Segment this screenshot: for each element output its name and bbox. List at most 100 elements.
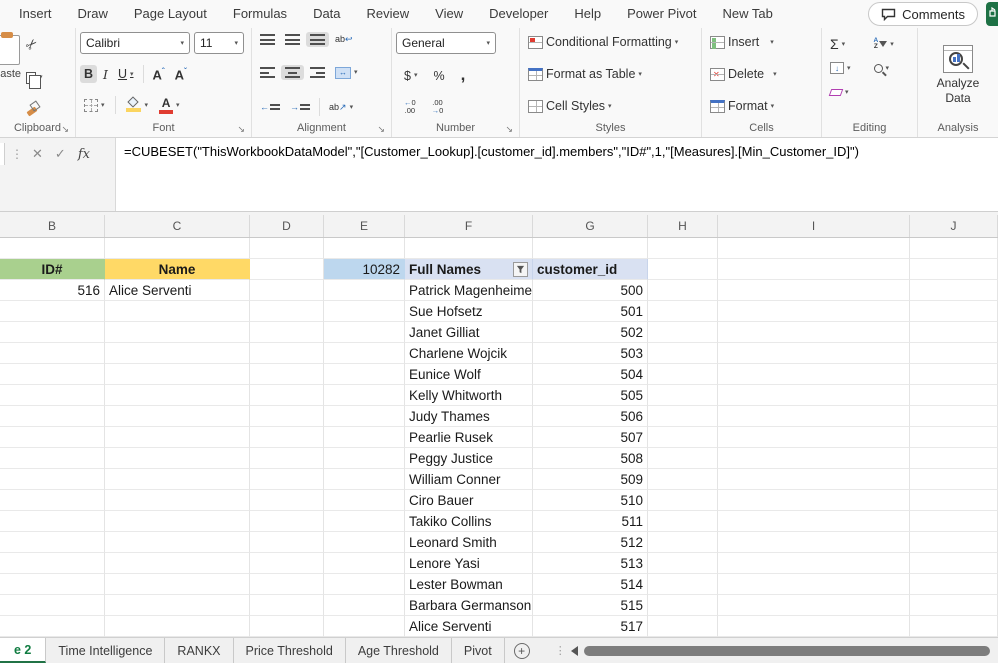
cell-empty[interactable] <box>910 343 998 364</box>
cell-empty[interactable] <box>718 238 910 259</box>
cell-empty[interactable] <box>0 427 105 448</box>
dialog-launcher-icon[interactable]: ↘ <box>61 125 69 134</box>
cell-empty[interactable] <box>250 406 324 427</box>
cell-empty[interactable] <box>910 511 998 532</box>
format-painter-button[interactable] <box>22 100 47 117</box>
cell-empty[interactable] <box>324 238 405 259</box>
drag-handle-icon[interactable]: ⋮ <box>11 143 23 165</box>
cell-empty[interactable] <box>718 406 910 427</box>
copy-button[interactable]: ▾ <box>22 70 47 89</box>
customer-id-cell[interactable]: 505 <box>533 385 648 406</box>
customer-id-cell[interactable]: 515 <box>533 595 648 616</box>
cell-empty[interactable] <box>0 490 105 511</box>
column-header-C[interactable]: C <box>105 215 250 237</box>
comments-button[interactable]: Comments <box>868 2 978 26</box>
cell-empty[interactable] <box>250 616 324 637</box>
cell-empty[interactable] <box>0 322 105 343</box>
ribbon-tab-formulas[interactable]: Formulas <box>220 0 300 28</box>
align-center-button[interactable] <box>281 65 304 80</box>
cell-empty[interactable] <box>718 553 910 574</box>
new-sheet-button[interactable]: + <box>505 638 539 663</box>
cell-empty[interactable] <box>105 385 250 406</box>
cell-empty[interactable] <box>648 448 718 469</box>
cell-empty[interactable] <box>718 574 910 595</box>
cell-empty[interactable] <box>533 238 648 259</box>
cell-empty[interactable] <box>718 427 910 448</box>
cell-empty[interactable] <box>250 301 324 322</box>
cell-empty[interactable] <box>324 448 405 469</box>
cell-empty[interactable] <box>250 343 324 364</box>
cell-empty[interactable] <box>0 532 105 553</box>
cell-empty[interactable] <box>910 406 998 427</box>
cell-empty[interactable] <box>718 301 910 322</box>
cell-empty[interactable] <box>910 574 998 595</box>
full-name-cell[interactable]: Takiko Collins <box>405 511 533 532</box>
cell-empty[interactable] <box>648 322 718 343</box>
customer-id-header-cell[interactable]: customer_id <box>533 259 648 280</box>
full-name-cell[interactable]: William Conner <box>405 469 533 490</box>
customer-id-cell[interactable]: 506 <box>533 406 648 427</box>
cell-empty[interactable] <box>648 343 718 364</box>
ribbon-tab-draw[interactable]: Draw <box>65 0 121 28</box>
full-name-cell[interactable]: Eunice Wolf <box>405 364 533 385</box>
dialog-launcher-icon[interactable]: ↘ <box>237 125 245 134</box>
full-name-cell[interactable]: Peggy Justice <box>405 448 533 469</box>
cut-button[interactable]: ✂ <box>22 34 47 55</box>
scroll-left-icon[interactable] <box>570 645 578 656</box>
currency-button[interactable]: $ ▾ <box>400 67 421 85</box>
cell-empty[interactable] <box>0 406 105 427</box>
cell-empty[interactable] <box>648 490 718 511</box>
full-name-cell[interactable]: Patrick Magenheimer <box>405 280 533 301</box>
cell-empty[interactable] <box>250 322 324 343</box>
cell-empty[interactable] <box>910 301 998 322</box>
lookup-id-header-cell[interactable]: ID# <box>0 259 105 280</box>
column-header-I[interactable]: I <box>718 215 910 237</box>
cell-empty[interactable] <box>910 532 998 553</box>
cell-empty[interactable] <box>405 238 533 259</box>
ribbon-tab-help[interactable]: Help <box>561 0 614 28</box>
cell-empty[interactable] <box>250 532 324 553</box>
bottom-align-button[interactable] <box>306 32 329 47</box>
cell-empty[interactable] <box>0 616 105 637</box>
cell-empty[interactable] <box>718 448 910 469</box>
ribbon-tab-power-pivot[interactable]: Power Pivot <box>614 0 709 28</box>
cell-empty[interactable] <box>324 343 405 364</box>
cell-empty[interactable] <box>105 301 250 322</box>
cell-empty[interactable] <box>105 532 250 553</box>
column-header-G[interactable]: G <box>533 215 648 237</box>
decrease-decimal-button[interactable]: .00 →0 <box>428 97 448 116</box>
cell-empty[interactable] <box>105 406 250 427</box>
clear-button[interactable]: ▾ <box>826 87 870 98</box>
customer-id-cell[interactable]: 511 <box>533 511 648 532</box>
cell-empty[interactable] <box>105 343 250 364</box>
cell-empty[interactable] <box>718 259 910 280</box>
delete-cells-button[interactable]: Delete ▾ <box>706 65 817 83</box>
cell-empty[interactable] <box>648 511 718 532</box>
lookup-id-value-cell[interactable]: 516 <box>0 280 105 301</box>
cell-empty[interactable] <box>0 511 105 532</box>
cell-empty[interactable] <box>718 511 910 532</box>
lookup-name-value-cell[interactable]: Alice Serventi <box>105 280 250 301</box>
customer-id-cell[interactable]: 500 <box>533 280 648 301</box>
ribbon-tab-page-layout[interactable]: Page Layout <box>121 0 220 28</box>
cell-empty[interactable] <box>910 553 998 574</box>
cell-empty[interactable] <box>250 364 324 385</box>
cell-empty[interactable] <box>0 448 105 469</box>
underline-button[interactable]: U ▾ <box>114 65 138 83</box>
cell-empty[interactable] <box>250 259 324 280</box>
cell-empty[interactable] <box>250 469 324 490</box>
italic-button[interactable]: I <box>99 65 112 84</box>
customer-id-cell[interactable]: 504 <box>533 364 648 385</box>
middle-align-button[interactable] <box>281 32 304 47</box>
sheet-tab-active[interactable]: e 2 <box>0 638 47 663</box>
cell-empty[interactable] <box>250 448 324 469</box>
cell-empty[interactable] <box>648 595 718 616</box>
customer-id-cell[interactable]: 501 <box>533 301 648 322</box>
fill-button[interactable]: ↓ ▾ <box>826 60 870 76</box>
cell-empty[interactable] <box>910 280 998 301</box>
customer-id-cell[interactable]: 508 <box>533 448 648 469</box>
cell-empty[interactable] <box>0 574 105 595</box>
insert-function-button[interactable]: fx <box>75 143 93 165</box>
cell-empty[interactable] <box>250 238 324 259</box>
column-header-B[interactable]: B <box>0 215 105 237</box>
